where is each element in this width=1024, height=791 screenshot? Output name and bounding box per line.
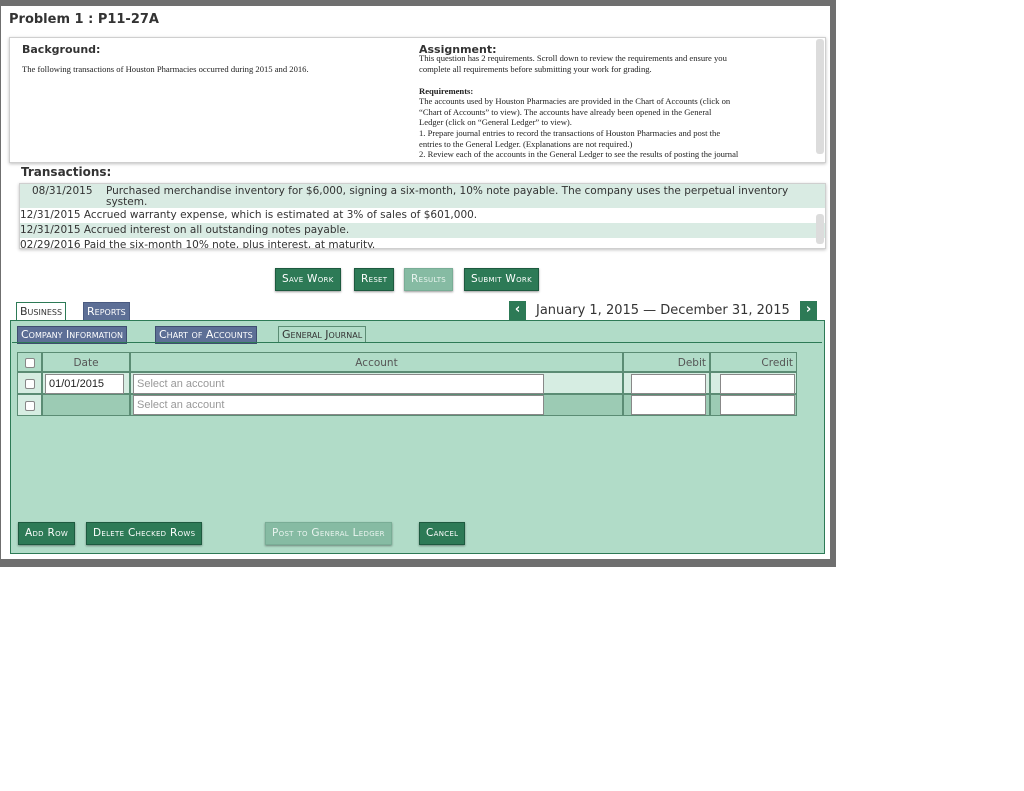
requirement-line: The accounts used by Houston Pharmacies … <box>419 96 731 106</box>
header-date: Date <box>42 352 130 372</box>
tab-business[interactable]: Business <box>16 302 67 321</box>
transaction-date: 08/31/2015 <box>32 185 93 197</box>
transaction-row: 12/31/2015 Accrued interest on all outst… <box>20 223 825 238</box>
save-work-button[interactable]: Save Work <box>275 268 341 291</box>
instructions-scrollbar[interactable] <box>816 39 824 154</box>
select-all-checkbox[interactable] <box>25 358 35 368</box>
row-checkbox[interactable] <box>25 401 35 411</box>
row-select-cell <box>17 372 42 394</box>
date-cell <box>42 394 130 416</box>
assignment-intro-1: This question has 2 requirements. Scroll… <box>419 53 727 63</box>
app-frame: Problem 1 : P11-27A Background: The foll… <box>0 0 836 567</box>
next-period-button[interactable]: › <box>800 301 817 320</box>
requirement-line: entries to the General Ledger. (Explanat… <box>419 139 633 149</box>
credit-input[interactable] <box>720 395 795 415</box>
requirement-line: “Chart of Accounts” to view). The accoun… <box>419 107 712 117</box>
delete-checked-rows-button[interactable]: Delete Checked Rows <box>86 522 203 545</box>
transaction-date: 02/29/2016 <box>20 239 81 249</box>
transaction-row: 12/31/2015 Accrued warranty expense, whi… <box>20 208 825 223</box>
row-checkbox[interactable] <box>25 379 35 389</box>
header-credit: Credit <box>710 352 797 372</box>
post-to-general-ledger-button[interactable]: Post to General Ledger <box>265 522 392 545</box>
transactions-list: 08/31/2015 Purchased merchandise inventor… <box>19 183 826 249</box>
transaction-date: 12/31/2015 <box>20 209 81 221</box>
requirement-line: 1. Prepare journal entries to record the… <box>419 128 721 138</box>
header-account: Account <box>130 352 623 372</box>
background-heading: Background: <box>22 43 101 56</box>
transaction-text: Accrued warranty expense, which is estim… <box>83 209 478 221</box>
add-row-button[interactable]: Add Row <box>18 522 76 545</box>
date-input[interactable]: 01/01/2015 <box>45 374 124 394</box>
credit-input[interactable] <box>720 374 795 394</box>
transaction-row: 08/31/2015 Purchased merchandise inventor… <box>20 184 825 208</box>
subtab-divider <box>12 342 822 343</box>
header-debit: Debit <box>623 352 710 372</box>
chevron-left-icon: ‹ <box>514 302 521 317</box>
header-select-all <box>17 352 42 372</box>
transaction-row: 02/29/2016 Paid the six-month 10% note, … <box>20 238 825 249</box>
transaction-date: 12/31/2015 <box>20 224 81 236</box>
debit-input[interactable] <box>631 395 706 415</box>
chevron-right-icon: › <box>805 302 812 317</box>
cancel-button[interactable]: Cancel <box>419 522 466 545</box>
previous-period-button[interactable]: ‹ <box>509 301 526 320</box>
account-select[interactable]: Select an account <box>133 395 544 415</box>
assignment-intro-2: complete all requirements before submitt… <box>419 64 652 74</box>
transaction-text-line: system. <box>106 196 148 208</box>
transactions-heading: Transactions: <box>21 165 112 179</box>
reset-button[interactable]: Reset <box>354 268 395 291</box>
transaction-text: Accrued interest on all outstanding note… <box>83 224 350 236</box>
debit-input[interactable] <box>631 374 706 394</box>
page-title: Problem 1 : P11-27A <box>9 12 159 27</box>
results-button[interactable]: Results <box>404 268 454 291</box>
instructions-box: Background: The following transactions o… <box>9 37 826 163</box>
background-text: The following transactions of Houston Ph… <box>22 64 309 74</box>
transaction-text-line: Purchased merchandise inventory for $6,0… <box>106 185 789 197</box>
transactions-scrollbar[interactable] <box>816 214 824 244</box>
tab-general-journal[interactable]: General Journal <box>278 326 367 343</box>
requirement-line: Ledger (click on “General Ledger” to vie… <box>419 117 572 127</box>
period-range: January 1, 2015 — December 31, 2015 <box>536 303 790 318</box>
journal-grid: Date Account Debit Credit 01/01/2015 Sel… <box>17 352 797 416</box>
requirements-heading: Requirements: <box>419 86 474 96</box>
row-select-cell <box>17 394 42 416</box>
tab-reports[interactable]: Reports <box>83 302 130 322</box>
requirement-line: 2. Review each of the accounts in the Ge… <box>419 149 739 159</box>
transaction-text: Paid the six-month 10% note, plus intere… <box>83 239 376 249</box>
submit-work-button[interactable]: Submit Work <box>464 268 539 291</box>
account-select[interactable]: Select an account <box>133 374 544 394</box>
transaction-text: Purchased merchandise inventory for $6,0… <box>106 186 806 208</box>
